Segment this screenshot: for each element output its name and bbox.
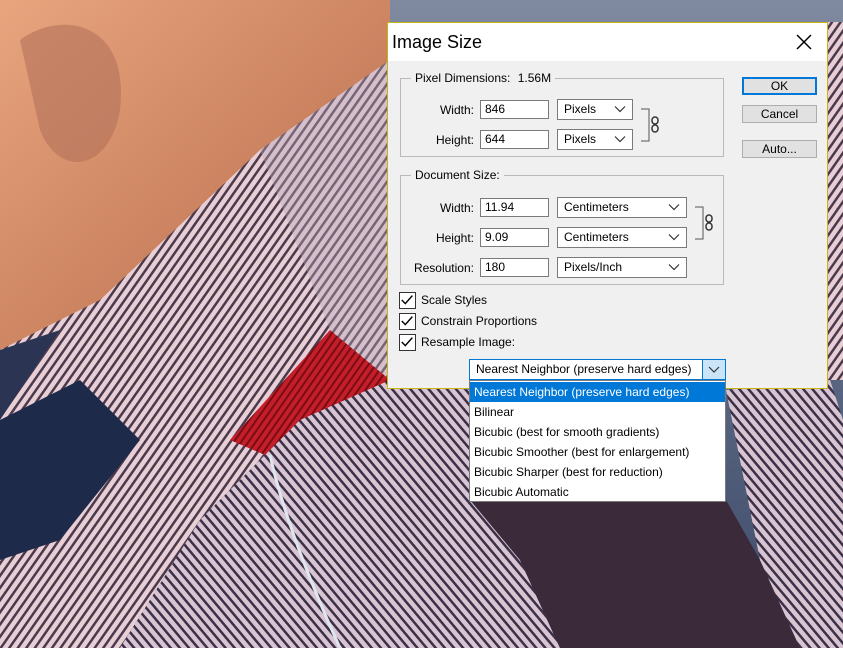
pixel-dimensions-group: Pixel Dimensions: 1.56M Width: 846 Pixel… <box>400 71 724 157</box>
chevron-down-icon <box>614 106 626 113</box>
resample-option[interactable]: Nearest Neighbor (preserve hard edges) <box>470 382 725 402</box>
resample-image-checkbox[interactable] <box>399 334 416 351</box>
doc-width-unit-select[interactable]: Centimeters <box>557 197 687 218</box>
cancel-button[interactable]: Cancel <box>742 105 817 123</box>
resolution-unit: Pixels/Inch <box>564 260 623 274</box>
checkmark-icon <box>401 295 413 305</box>
scale-styles-checkbox[interactable] <box>399 292 416 309</box>
pixel-dimensions-label: Pixel Dimensions: 1.56M <box>411 71 556 85</box>
checkmark-icon <box>401 337 413 347</box>
checkmark-icon <box>401 316 413 326</box>
document-size-group: Document Size: Width: 11.94 Centimeters … <box>400 168 724 285</box>
dialog-titlebar: Image Size <box>388 23 827 61</box>
resample-option[interactable]: Bilinear <box>470 402 725 422</box>
resample-option[interactable]: Bicubic (best for smooth gradients) <box>470 422 725 442</box>
ok-button[interactable]: OK <box>742 77 817 95</box>
pixel-width-unit: Pixels <box>564 102 597 116</box>
doc-height-label: Height: <box>435 231 474 245</box>
chevron-down-icon <box>668 204 680 211</box>
constrain-proportions-label: Constrain Proportions <box>421 314 538 328</box>
pixel-width-unit-select[interactable]: Pixels <box>557 99 633 120</box>
pixel-width-field[interactable]: 846 <box>480 100 549 119</box>
doc-height-field[interactable]: 9.09 <box>480 228 549 247</box>
doc-height-unit-select[interactable]: Centimeters <box>557 227 687 248</box>
resolution-label: Resolution: <box>413 261 474 275</box>
resample-method-list: Nearest Neighbor (preserve hard edges) B… <box>469 380 726 502</box>
resolution-unit-select[interactable]: Pixels/Inch <box>557 257 687 278</box>
document-size-title: Document Size: <box>411 168 504 182</box>
resample-option[interactable]: Bicubic Sharper (best for reduction) <box>470 462 725 482</box>
resample-image-label: Resample Image: <box>421 335 516 349</box>
pixel-height-unit: Pixels <box>564 132 597 146</box>
chevron-down-icon <box>614 136 626 143</box>
resample-option[interactable]: Bicubic Smoother (best for enlargement) <box>470 442 725 462</box>
pixel-height-unit-select[interactable]: Pixels <box>557 129 633 150</box>
pixel-dimensions-title: Pixel Dimensions: <box>415 71 511 85</box>
chevron-down-icon <box>668 234 680 241</box>
pixel-height-field[interactable]: 644 <box>480 130 549 149</box>
resample-dropdown-button[interactable] <box>702 360 725 379</box>
auto-button[interactable]: Auto... <box>742 140 817 158</box>
resample-method-select[interactable]: Nearest Neighbor (preserve hard edges) <box>469 359 726 380</box>
doc-width-label: Width: <box>439 201 474 215</box>
pixel-dimensions-size: 1.56M <box>517 71 552 85</box>
resample-method-value: Nearest Neighbor (preserve hard edges) <box>476 362 692 376</box>
link-chain-icon <box>641 108 659 142</box>
chevron-down-icon <box>708 366 720 373</box>
image-size-dialog: Image Size Pixel Dimensions: 1.56M Width… <box>387 22 828 389</box>
resample-option[interactable]: Bicubic Automatic <box>470 482 725 502</box>
constrain-proportions-checkbox[interactable] <box>399 313 416 330</box>
chevron-down-icon <box>668 264 680 271</box>
pixel-width-label: Width: <box>439 103 474 117</box>
pixel-height-label: Height: <box>435 133 474 147</box>
dialog-title: Image Size <box>392 32 483 52</box>
scale-styles-label: Scale Styles <box>421 293 488 307</box>
doc-width-field[interactable]: 11.94 <box>480 198 549 217</box>
link-chain-icon <box>695 206 713 240</box>
doc-height-unit: Centimeters <box>564 230 629 244</box>
resolution-field[interactable]: 180 <box>480 258 549 277</box>
close-icon[interactable] <box>793 31 815 53</box>
doc-width-unit: Centimeters <box>564 200 629 214</box>
